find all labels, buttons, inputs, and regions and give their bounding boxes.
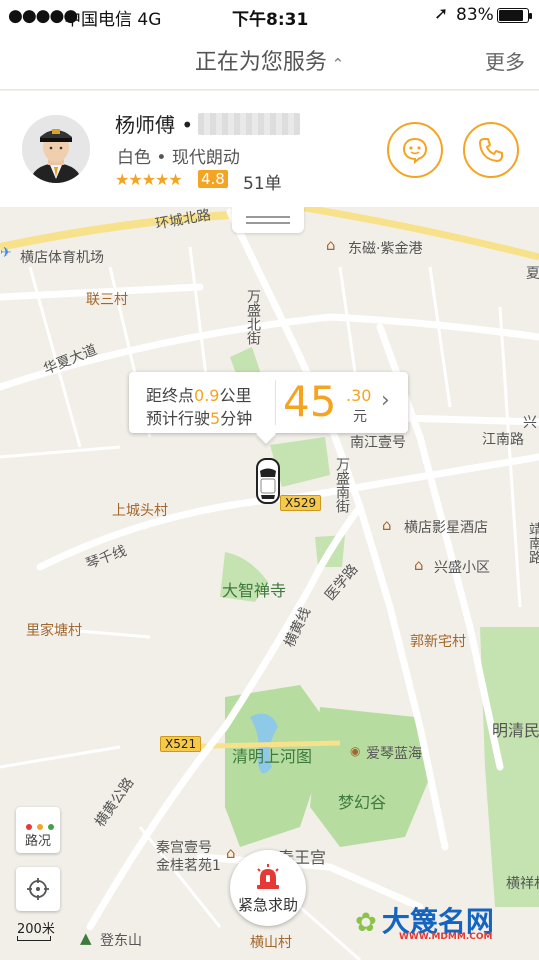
battery-percent: 83% bbox=[456, 5, 494, 25]
bubble-divider bbox=[275, 380, 276, 425]
map-label: 明清民 bbox=[492, 721, 539, 740]
map-label: 东磁·紫金港 bbox=[348, 241, 423, 257]
panel-drag-handle[interactable] bbox=[232, 207, 304, 233]
home-icon: ⌂ bbox=[326, 236, 336, 254]
fare-unit: 元 bbox=[353, 409, 367, 425]
chevron-up-icon: ⌃ bbox=[326, 55, 345, 73]
poi-dot-icon: ◉ bbox=[350, 744, 361, 758]
clock: 下午8:31 bbox=[232, 10, 309, 30]
scale-bar bbox=[17, 936, 51, 941]
leaf-icon: ✿ bbox=[355, 908, 377, 938]
road-number-tag: X529 bbox=[280, 495, 322, 511]
map-label: 万盛南街 bbox=[334, 457, 350, 513]
home-icon: ⌂ bbox=[226, 844, 236, 862]
map-label: 联三村 bbox=[86, 292, 128, 308]
map-label: 里家塘村 bbox=[26, 623, 82, 639]
page-title[interactable]: 正在为您服务 ⌃ bbox=[0, 44, 539, 76]
map-label: 横祥村 bbox=[506, 876, 539, 892]
map-label: 兴盛小区 bbox=[434, 560, 490, 576]
map-label: 横山村 bbox=[250, 935, 292, 951]
map-view[interactable]: 环城北路 ✈ 横店体育机场 ⌂ 东磁·紫金港 联三村 华夏大道 万盛北街 南江壹… bbox=[0, 207, 539, 960]
map-label: 郭新宅村 bbox=[410, 634, 466, 650]
fare-amount: 45 bbox=[283, 377, 337, 426]
map-label: 大智禅寺 bbox=[222, 581, 287, 600]
map-label: 万盛北街 bbox=[245, 289, 261, 345]
map-label: 上城头村 bbox=[112, 503, 168, 519]
header: 正在为您服务 ⌃ 更多 bbox=[0, 30, 539, 90]
mountain-icon: ▲ bbox=[80, 929, 92, 947]
map-label: 登东山 bbox=[100, 933, 142, 949]
carrier-label: 中国电信 4G bbox=[64, 10, 162, 30]
map-label: 清明上河图 bbox=[232, 747, 313, 766]
watermark-logo: ✿ 大篾名网 WWW.MDMM.COM bbox=[355, 900, 494, 942]
chevron-right-icon: › bbox=[381, 388, 390, 413]
emergency-help-button[interactable]: 紧急求助 bbox=[230, 850, 306, 926]
call-button[interactable] bbox=[463, 122, 519, 178]
traffic-toggle-button[interactable]: 路况 bbox=[16, 807, 60, 853]
emergency-help-label: 紧急求助 bbox=[237, 896, 298, 914]
map-label: 夏 bbox=[526, 266, 539, 282]
map-label: 靖南路 bbox=[527, 522, 539, 564]
message-button[interactable] bbox=[387, 122, 443, 178]
star-rating-icon: ★★★★★ bbox=[115, 170, 183, 189]
map-scale: 200米 bbox=[17, 922, 55, 937]
map-label: 横店影星酒店 bbox=[404, 520, 488, 536]
alarm-siren-icon bbox=[257, 864, 279, 889]
phone-icon bbox=[479, 138, 503, 162]
map-label: 兴 bbox=[523, 415, 537, 431]
map-label: 江南路 bbox=[482, 432, 524, 448]
crosshair-icon bbox=[27, 878, 49, 900]
chat-icon bbox=[402, 137, 428, 164]
distance-remaining: 距终点0.9公里 bbox=[146, 386, 252, 405]
car-description: 白色 • 现代朗动 bbox=[117, 148, 240, 168]
locate-me-button[interactable] bbox=[16, 867, 60, 911]
home-icon: ⌂ bbox=[414, 556, 424, 574]
driver-avatar bbox=[22, 115, 90, 183]
car-marker-icon bbox=[256, 458, 280, 504]
order-count: 51单 bbox=[243, 174, 282, 194]
battery-icon bbox=[497, 8, 532, 23]
traffic-label: 路况 bbox=[24, 834, 51, 849]
airplane-icon: ✈ bbox=[0, 245, 12, 261]
map-label: 秦宫壹号 bbox=[156, 840, 212, 856]
trip-info-bubble[interactable]: 距终点0.9公里 预计行驶5分钟 45 .30 元 › bbox=[129, 372, 408, 444]
map-label: 横店体育机场 bbox=[20, 250, 104, 266]
license-plate-blurred bbox=[198, 113, 300, 135]
map-label: 金桂茗苑1 bbox=[156, 858, 221, 874]
road-number-tag: X521 bbox=[160, 736, 202, 752]
status-bar: ●●●●● 中国电信 4G 下午8:31 ➚ 83% bbox=[0, 0, 539, 30]
more-button[interactable]: 更多 bbox=[485, 46, 525, 75]
map-label: 爱琴蓝海 bbox=[366, 746, 422, 762]
watermark-url: WWW.MDMM.COM bbox=[399, 932, 493, 942]
eta-remaining: 预计行驶5分钟 bbox=[146, 409, 253, 428]
rating-badge: 4.8 bbox=[198, 170, 228, 188]
driver-card: 杨师傅 • 白色 • 现代朗动 ★★★★★ 4.8 51单 bbox=[0, 91, 539, 207]
map-label: 梦幻谷 bbox=[338, 793, 387, 812]
driver-name: 杨师傅 • bbox=[115, 113, 194, 137]
location-arrow-icon: ➚ bbox=[434, 4, 449, 24]
map-label: 南江壹号 bbox=[350, 435, 406, 451]
fare-cents: .30 bbox=[346, 386, 372, 405]
hotel-icon: ⌂ bbox=[382, 516, 392, 534]
